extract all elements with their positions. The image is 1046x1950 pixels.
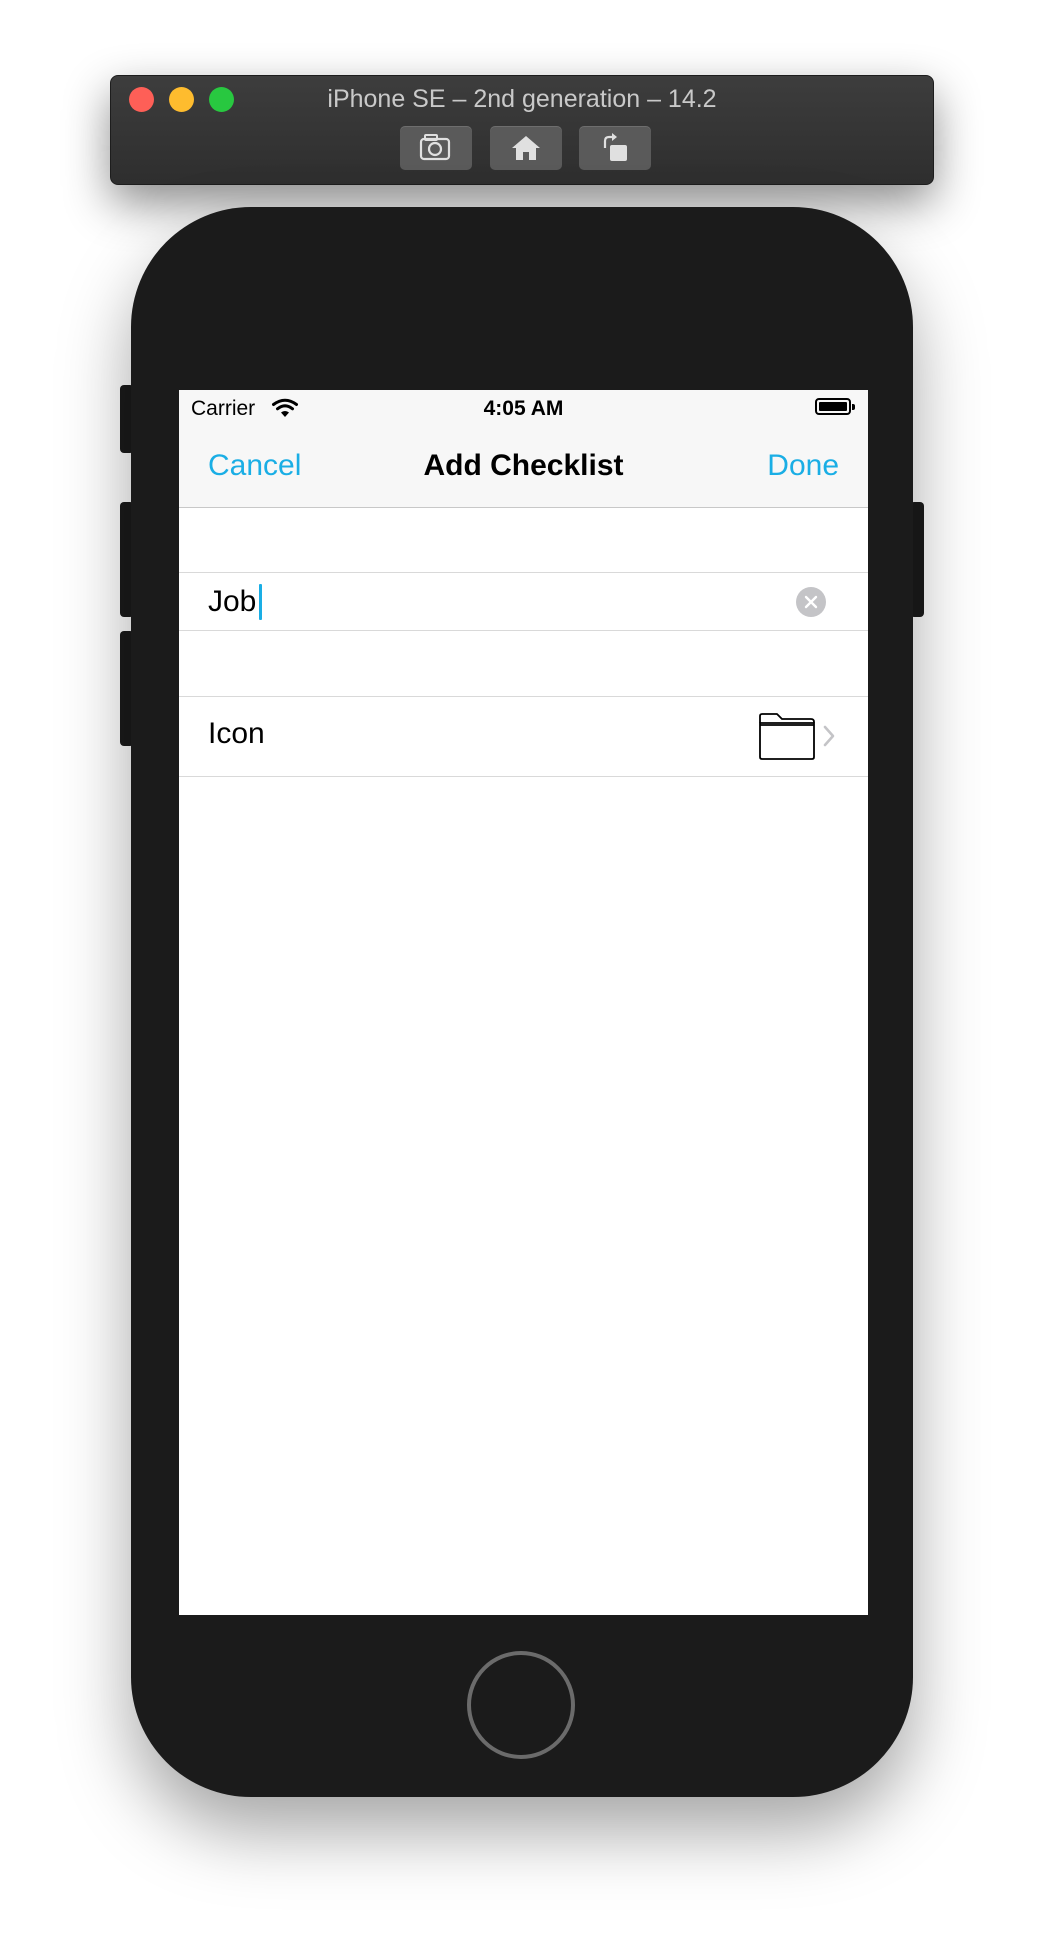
simulator-toolbar: iPhone SE – 2nd generation – 14.2	[110, 75, 934, 185]
camera-icon	[419, 134, 451, 161]
battery-level	[819, 402, 847, 411]
cancel-button[interactable]: Cancel	[208, 449, 301, 483]
icon-picker-cell[interactable]: Icon	[179, 696, 868, 777]
device-home-button[interactable]	[467, 1651, 575, 1759]
checklist-name-input[interactable]	[208, 573, 788, 630]
clear-icon	[804, 595, 818, 609]
simulator-title: iPhone SE – 2nd generation – 14.2	[327, 85, 717, 113]
clear-text-button[interactable]	[796, 587, 826, 617]
status-time: 4:05 AM	[483, 397, 564, 420]
navigation-bar: Cancel Add Checklist Done	[179, 430, 868, 508]
name-cell	[179, 572, 868, 631]
simulator-stage: iPhone SE – 2nd generation – 14.2 Carrie…	[0, 0, 1046, 1950]
section-spacer	[179, 631, 868, 696]
home-icon	[512, 136, 540, 160]
screenshot-button[interactable]	[400, 126, 472, 170]
battery-tip	[852, 404, 855, 410]
home-toolbar-button[interactable]	[490, 126, 562, 170]
chevron-right-icon	[823, 725, 835, 747]
done-button[interactable]: Done	[767, 449, 839, 483]
status-bar: Carrier 4:05 AM	[179, 390, 868, 430]
section-spacer	[179, 508, 868, 572]
rotate-button[interactable]	[579, 126, 651, 170]
device-screen: Carrier 4:05 AM Cancel Add Checklist Don…	[179, 390, 868, 1615]
rotate-icon	[603, 133, 627, 161]
battery-icon	[815, 398, 851, 415]
form-table: Icon	[179, 508, 868, 1615]
folder-icon	[759, 713, 815, 760]
text-cursor	[259, 584, 262, 620]
icon-row-label: Icon	[208, 717, 265, 750]
